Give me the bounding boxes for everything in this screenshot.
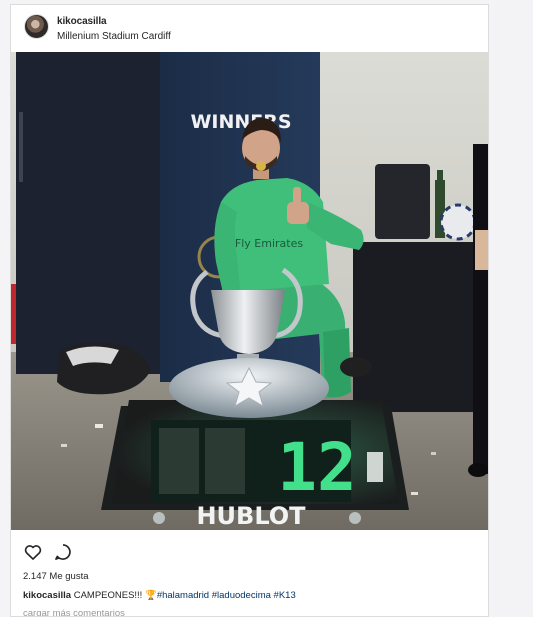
post-card: kikocasilla Millenium Stadium Cardiff WI… (10, 4, 489, 617)
like-count[interactable]: 2.147 Me gusta (23, 571, 89, 582)
username-link[interactable]: kikocasilla (57, 16, 107, 27)
load-more-comments[interactable]: cargar más comentarios (23, 608, 125, 616)
comment-icon[interactable] (53, 542, 75, 564)
trophy-emoji: 🏆 (144, 590, 157, 601)
hashtag-halamadrid[interactable]: #halamadrid (157, 590, 209, 601)
hashtag-k13[interactable]: #K13 (274, 590, 296, 601)
brand-text: HUBLOT (196, 502, 306, 530)
caption-username[interactable]: kikocasilla (23, 590, 71, 601)
post-header: kikocasilla Millenium Stadium Cardiff (11, 5, 488, 52)
svg-text:Fly Emirates: Fly Emirates (235, 237, 303, 250)
post-caption: kikocasilla CAMPEONES!!! 🏆#halamadrid #l… (23, 590, 296, 601)
avatar[interactable] (24, 14, 49, 39)
score-display: 12 (277, 429, 356, 506)
location-link[interactable]: Millenium Stadium Cardiff (57, 31, 171, 42)
caption-text: CAMPEONES!!! (71, 590, 145, 601)
heart-icon[interactable] (23, 542, 45, 564)
page-margin (494, 0, 533, 617)
post-photo[interactable]: WINNERS Fly Emirates 12 HUBLOT (11, 52, 488, 530)
hashtag-laduodecima[interactable]: #laduodecima (212, 590, 271, 601)
